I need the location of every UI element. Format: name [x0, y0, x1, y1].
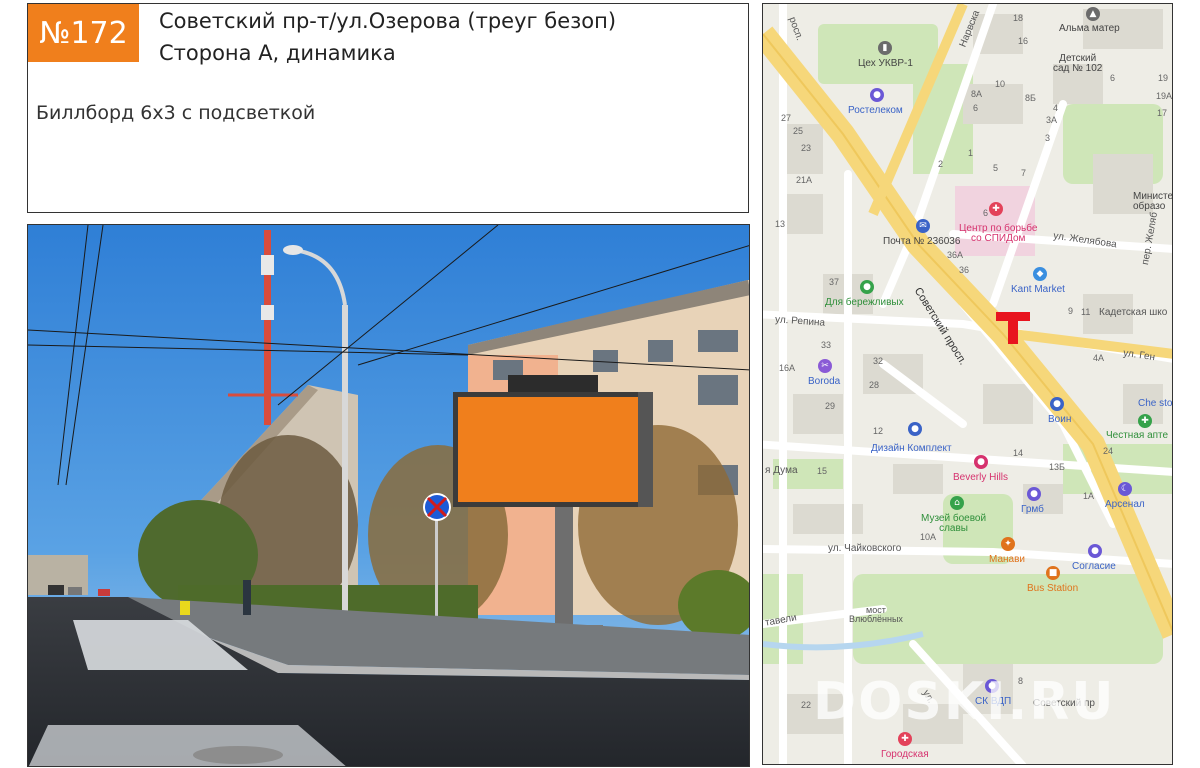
- poi-pochta: Почта № 236036: [883, 236, 961, 247]
- house-number: 1: [968, 148, 974, 158]
- poi-beverly-hills: Beverly Hills: [953, 472, 1009, 483]
- poi-muzey: Музей боевой славы: [921, 513, 987, 534]
- house-number: 24: [1103, 446, 1114, 456]
- poi-soglasie: Согласие: [1072, 561, 1116, 572]
- house-number: 8Б: [1025, 93, 1036, 103]
- house-number: 13: [775, 219, 786, 229]
- house-number: 7: [1021, 168, 1027, 178]
- education-icon[interactable]: ▲: [1086, 7, 1100, 21]
- house-number: 3: [1045, 133, 1051, 143]
- hospital-icon[interactable]: ✚: [989, 202, 1003, 216]
- house-number: 2: [938, 159, 944, 169]
- house-number: 5: [993, 163, 999, 173]
- house-number: 11: [1081, 307, 1091, 317]
- mail-icon[interactable]: ✉: [916, 219, 930, 233]
- soglasie-icon[interactable]: ●: [1088, 544, 1102, 558]
- poi-rostelecom: Ростелеком: [848, 105, 903, 116]
- clinic-icon[interactable]: ✚: [898, 732, 912, 746]
- house-number: 4А: [1093, 353, 1105, 363]
- house-number: 37: [829, 277, 840, 287]
- house-number: 8А: [971, 89, 983, 99]
- house-number: 28: [869, 380, 880, 390]
- shop-icon[interactable]: ◆: [1033, 267, 1047, 281]
- house-number: 32: [873, 356, 884, 366]
- barber-icon[interactable]: ✂: [818, 359, 832, 373]
- poi-voin: Воин: [1048, 414, 1072, 425]
- poi-grmb: Грмб: [1021, 504, 1044, 515]
- house-number: 36А: [947, 250, 964, 260]
- house-number: 6: [973, 103, 979, 113]
- house-number: 25: [793, 126, 804, 136]
- bus-icon[interactable]: ■: [1046, 566, 1060, 580]
- poi-manavi: Манави: [989, 554, 1025, 565]
- house-number: 33: [821, 340, 832, 350]
- house-number: 1А: [1083, 491, 1095, 501]
- beauty-icon[interactable]: ●: [974, 455, 988, 469]
- side-subtitle: Сторона А, динамика: [159, 41, 396, 65]
- house-number: 14: [1013, 448, 1024, 458]
- poi-dizayn-komplekt: Дизайн Комплект: [871, 443, 952, 454]
- arsenal-icon[interactable]: ☾: [1118, 482, 1132, 496]
- poi-gorodskaya: Городская: [881, 749, 929, 760]
- location-map[interactable]: росп. Нарвска Советский просп. ул. Желяб…: [762, 3, 1173, 765]
- house-number: 4: [1053, 103, 1059, 113]
- house-number: 6: [983, 208, 989, 218]
- house-number: 17: [1157, 108, 1168, 118]
- house-number: 36: [959, 265, 970, 275]
- street-photo: [27, 224, 750, 767]
- house-number: 13Б: [1049, 462, 1065, 472]
- house-number: 3А: [1046, 115, 1058, 125]
- billboard-face: [458, 397, 638, 502]
- street-label-kadetskaya: Кадетская шко: [1099, 307, 1168, 318]
- poi-bus-station: Bus Station: [1027, 583, 1079, 594]
- house-number: 15: [817, 466, 828, 476]
- museum-icon[interactable]: ⌂: [950, 496, 964, 510]
- poi-chestnaya-apteka: Честная апте: [1106, 430, 1169, 441]
- house-number: 10А: [920, 532, 937, 542]
- street-label-tchaikovsky: ул. Чайковского: [828, 543, 902, 554]
- car-service-icon[interactable]: ●: [1027, 487, 1041, 501]
- house-number: 10: [995, 79, 1006, 89]
- billboard-location-marker[interactable]: [996, 312, 1030, 344]
- poi-kant-market: Kant Market: [1011, 284, 1065, 295]
- billboard-description: Биллборд 6x3 с подсветкой: [36, 102, 316, 124]
- house-number: 29: [825, 401, 836, 411]
- house-number: 19: [1158, 73, 1169, 83]
- hardware-icon[interactable]: ●: [908, 422, 922, 436]
- poi-boroda: Boroda: [808, 376, 841, 387]
- location-pin-icon[interactable]: ●: [870, 88, 884, 102]
- store-icon[interactable]: ●: [860, 280, 874, 294]
- factory-icon[interactable]: ▮: [878, 41, 892, 55]
- poi-che-stop: Che stop: [1138, 398, 1173, 409]
- poi-detsky-sad: Детский сад № 102: [1053, 53, 1103, 74]
- street-label-most: мост Влюблённых: [849, 605, 903, 624]
- poi-ministerstvo: Министе образо: [1133, 191, 1173, 212]
- street-photo-illustration: [28, 225, 749, 766]
- street-label-duma: я Дума: [765, 465, 798, 476]
- restaurant-icon[interactable]: ✦: [1001, 537, 1015, 551]
- house-number: 16: [1018, 36, 1029, 46]
- shop-voin-icon[interactable]: ●: [1050, 397, 1064, 411]
- pharmacy-icon[interactable]: ✚: [1138, 414, 1152, 428]
- house-number: 19А: [1156, 91, 1173, 101]
- house-number: 12: [873, 426, 884, 436]
- house-number: 27: [781, 113, 792, 123]
- poi-tsekh: Цех УКВР-1: [858, 58, 913, 69]
- poi-arsenal: Арсенал: [1105, 499, 1145, 510]
- address-title: Советский пр-т/ул.Озерова (треуг безоп): [159, 9, 617, 33]
- house-number: 23: [801, 143, 812, 153]
- house-number: 6: [1110, 73, 1116, 83]
- house-number: 9: [1068, 306, 1074, 316]
- house-number: 18: [1013, 13, 1024, 23]
- location-number-badge: №172: [28, 4, 139, 62]
- house-number: 16А: [779, 363, 796, 373]
- watermark-logo: DOSKI.RU: [813, 672, 1116, 732]
- info-box: №172 Советский пр-т/ул.Озерова (треуг бе…: [27, 3, 749, 213]
- poi-spid: Центр по борьбе со СПИДом: [959, 223, 1038, 244]
- poi-dlya-berezhlivykh: Для бережливых: [825, 297, 904, 308]
- house-number: 22: [801, 700, 812, 710]
- house-number: 21А: [796, 175, 813, 185]
- poi-alma-mater: Альма матер: [1059, 23, 1120, 34]
